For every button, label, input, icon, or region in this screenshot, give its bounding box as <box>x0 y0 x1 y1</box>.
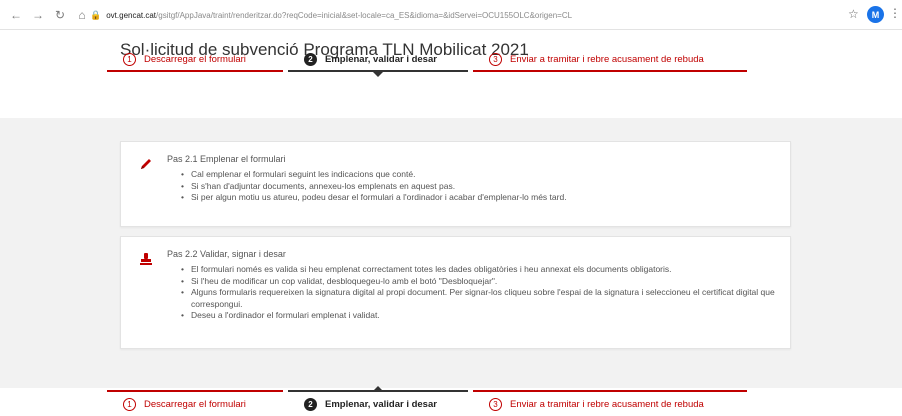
url-path: /gsitgf/AppJava/traint/renderitzar.do?re… <box>156 10 573 20</box>
star-icon[interactable]: ☆ <box>848 7 859 21</box>
card-title: Pas 2.2 Validar, signar i desar <box>167 249 286 259</box>
browser-toolbar: ← → ↻ ⌂ 🔒 ovt.gencat.cat/gsitgf/AppJava/… <box>0 0 902 30</box>
list-item: Deseu a l'ordinador el formulari emplena… <box>181 310 787 322</box>
step-1-label: Descarregar el formulari <box>144 53 246 65</box>
step-1[interactable]: 1 Descarregar el formulari <box>107 390 283 415</box>
arrow-right-icon[interactable]: → <box>30 7 46 23</box>
step-2[interactable]: 2 Emplenar, validar i desar <box>288 48 468 77</box>
step-3-label: Enviar a tramitar i rebre acusament de r… <box>510 53 704 65</box>
card-title: Pas 2.1 Emplenar el formulari <box>167 154 286 164</box>
step-2-label: Emplenar, validar i desar <box>325 53 437 65</box>
step-1-underline <box>107 70 283 72</box>
step-2-label: Emplenar, validar i desar <box>325 398 437 410</box>
step-card-validate: Pas 2.2 Validar, signar i desar El formu… <box>120 236 791 349</box>
step-3-underline <box>473 390 747 392</box>
active-step-caret <box>373 72 383 77</box>
step-2-number: 2 <box>304 52 317 66</box>
list-item: Si per algun motiu us atureu, podeu desa… <box>181 192 787 204</box>
list-item: Si s'han d'adjuntar documents, annexeu-l… <box>181 181 787 193</box>
step-1-label: Descarregar el formulari <box>144 398 246 410</box>
step-3-number: 3 <box>489 52 502 66</box>
step-3-underline <box>473 70 747 72</box>
active-step-caret <box>373 386 383 391</box>
step-2[interactable]: 2 Emplenar, validar i desar <box>288 386 468 415</box>
list-item: Alguns formularis requereixen la signatu… <box>181 287 787 310</box>
list-item: Si l'heu de modificar un cop validat, de… <box>181 276 787 288</box>
step-3-label: Enviar a tramitar i rebre acusament de r… <box>510 398 704 410</box>
arrow-left-icon[interactable]: ← <box>8 7 24 23</box>
list-item: El formulari només es valida si heu empl… <box>181 264 787 276</box>
stepper-top: 1 Descarregar el formulari 2 Emplenar, v… <box>107 48 747 77</box>
step-3[interactable]: 3 Enviar a tramitar i rebre acusament de… <box>473 48 747 72</box>
menu-dots-icon[interactable]: ⋮ <box>889 6 901 20</box>
home-icon[interactable]: ⌂ <box>74 7 90 23</box>
url-host: ovt.gencat.cat <box>106 10 157 20</box>
step-1-number: 1 <box>123 397 136 411</box>
address-bar[interactable]: 🔒 ovt.gencat.cat/gsitgf/AppJava/traint/r… <box>90 6 850 24</box>
step-1-number: 1 <box>123 52 136 66</box>
profile-avatar[interactable]: M <box>867 6 884 23</box>
step-3-number: 3 <box>489 397 502 411</box>
step-1-underline <box>107 390 283 392</box>
page-header: Sol·licitud de subvenció Programa TLN Mo… <box>0 30 902 118</box>
lock-icon: 🔒 <box>90 9 102 20</box>
step-2-number: 2 <box>304 397 317 411</box>
pencil-icon <box>139 157 153 171</box>
stamp-icon <box>139 252 153 266</box>
instruction-list: Cal emplenar el formulari seguint les in… <box>181 169 787 204</box>
list-item: Cal emplenar el formulari seguint les in… <box>181 169 787 181</box>
step-3[interactable]: 3 Enviar a tramitar i rebre acusament de… <box>473 390 747 415</box>
stepper-bottom: 1 Descarregar el formulari 2 Emplenar, v… <box>107 386 747 415</box>
step-card-fill: Pas 2.1 Emplenar el formulari Cal emplen… <box>120 141 791 227</box>
instruction-list: El formulari només es valida si heu empl… <box>181 264 787 322</box>
step-1[interactable]: 1 Descarregar el formulari <box>107 48 283 72</box>
reload-icon[interactable]: ↻ <box>52 7 68 23</box>
